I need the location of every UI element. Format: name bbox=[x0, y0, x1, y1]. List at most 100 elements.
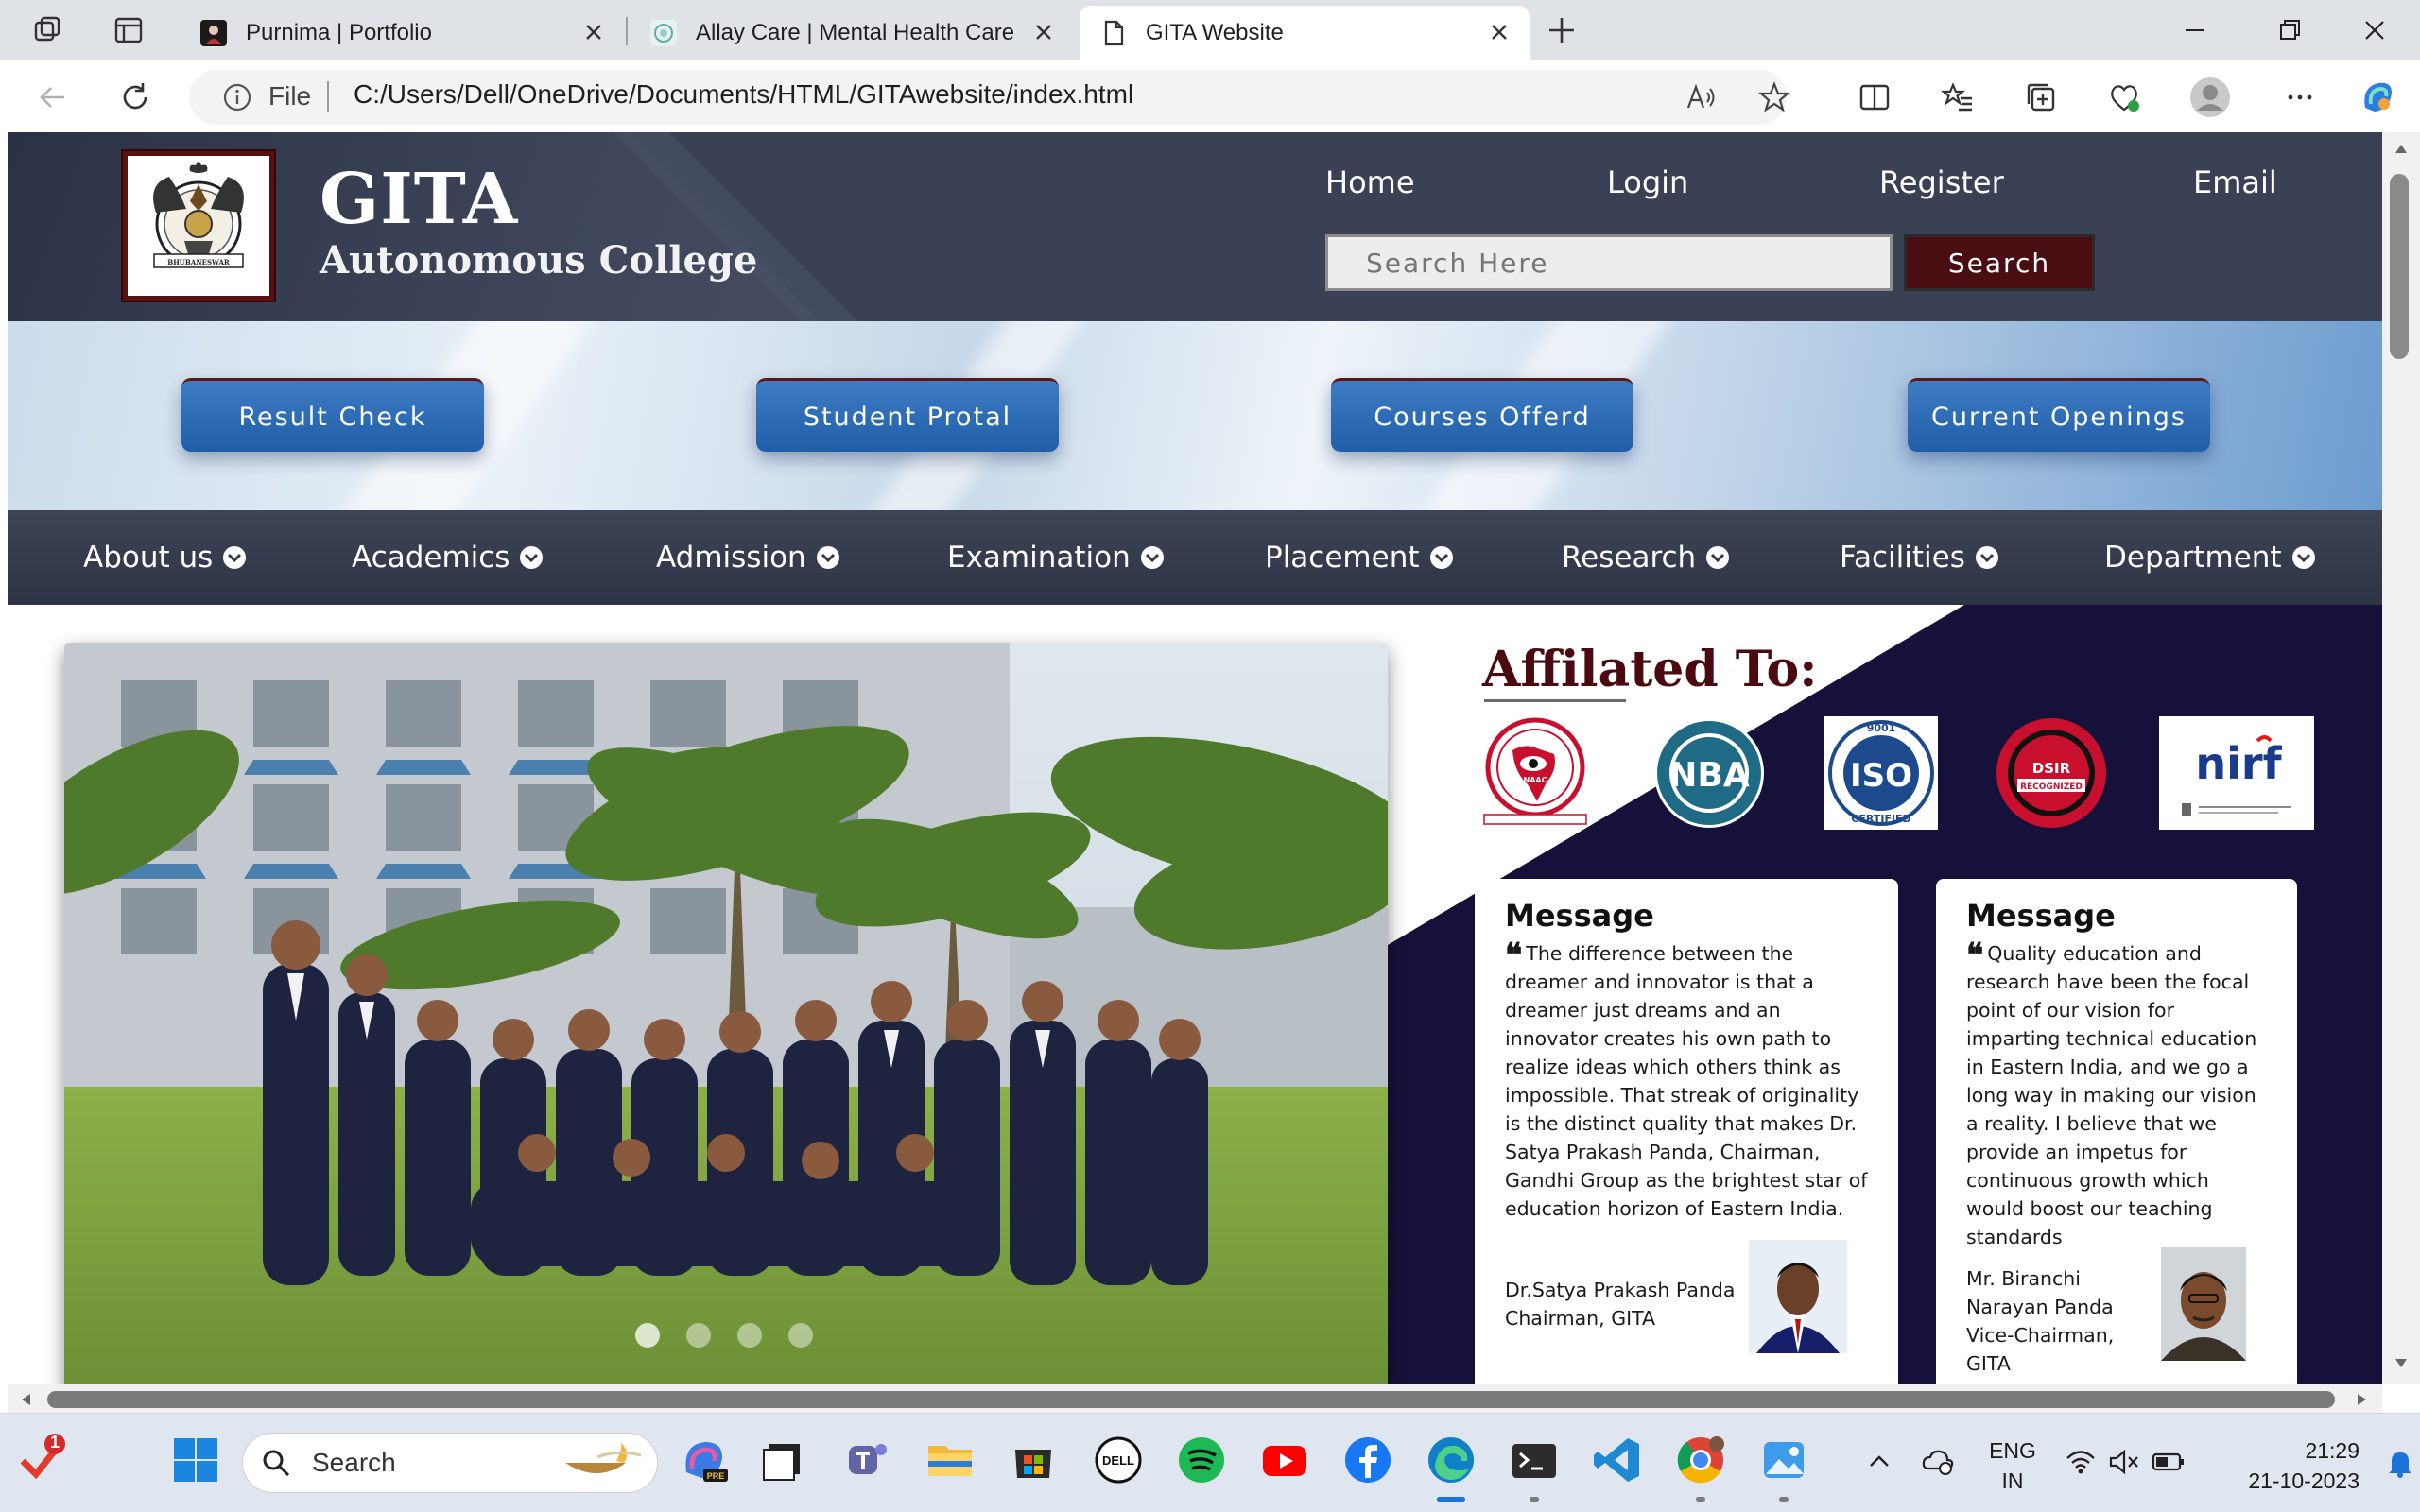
youtube-app-icon[interactable] bbox=[1259, 1435, 1310, 1486]
slider-dot[interactable] bbox=[686, 1323, 711, 1348]
workspaces-icon[interactable] bbox=[30, 13, 64, 47]
profile-avatar-icon[interactable] bbox=[2189, 77, 2231, 118]
menu-placement[interactable]: Placement bbox=[1265, 537, 1454, 578]
menu-examination[interactable]: Examination bbox=[947, 537, 1165, 578]
site-search-button[interactable]: Search bbox=[1904, 234, 2095, 291]
current-openings-button[interactable]: Current Openings bbox=[1908, 378, 2210, 452]
horizontal-scroll-thumb[interactable] bbox=[47, 1391, 2335, 1408]
spotify-app-icon[interactable] bbox=[1176, 1435, 1227, 1486]
campus-group-photo bbox=[64, 643, 1388, 1384]
nba-logo-icon[interactable]: NBA bbox=[1652, 716, 1766, 830]
courses-offered-button[interactable]: Courses Offerd bbox=[1331, 378, 1634, 452]
menu-about-us[interactable]: About us bbox=[83, 537, 247, 578]
main-content: Affilated To: NAAC NBA ISO 9001 CERTIFIE… bbox=[8, 605, 2382, 1384]
scroll-right-arrow-icon[interactable] bbox=[2356, 1392, 2369, 1407]
scroll-down-arrow-icon[interactable] bbox=[2394, 1357, 2409, 1370]
edge-browser-app-icon[interactable] bbox=[1426, 1435, 1477, 1486]
college-logo[interactable]: BHUBANESWAR bbox=[123, 151, 274, 301]
tab-gita-website[interactable]: GITA Website bbox=[1080, 6, 1530, 60]
menu-department[interactable]: Department bbox=[2104, 537, 2316, 578]
terminal-app-icon[interactable] bbox=[1509, 1435, 1560, 1486]
clock-date[interactable]: 21-10-2023 bbox=[2208, 1469, 2360, 1494]
wifi-icon[interactable] bbox=[2065, 1448, 2097, 1476]
new-tab-icon[interactable] bbox=[1545, 13, 1579, 47]
dsir-logo-text: DSIR bbox=[2032, 760, 2071, 777]
dell-app-icon[interactable]: DELL bbox=[1093, 1435, 1144, 1486]
clock-time[interactable]: 21:29 bbox=[2208, 1438, 2360, 1464]
naac-logo-icon[interactable]: NAAC bbox=[1478, 716, 1592, 830]
read-aloud-icon[interactable] bbox=[1683, 79, 1719, 115]
notifications-bell-icon[interactable] bbox=[2386, 1448, 2414, 1478]
close-window-icon[interactable] bbox=[2358, 13, 2392, 47]
refresh-icon[interactable] bbox=[117, 79, 153, 115]
menu-label: Department bbox=[2104, 541, 2282, 575]
vscode-app-icon[interactable] bbox=[1592, 1435, 1643, 1486]
menu-admission[interactable]: Admission bbox=[656, 537, 840, 578]
restore-icon[interactable] bbox=[2273, 13, 2307, 47]
brand-title[interactable]: GITA bbox=[320, 159, 518, 240]
battery-icon[interactable] bbox=[2152, 1450, 2186, 1474]
folder-app-icon[interactable] bbox=[925, 1435, 976, 1486]
tab-allay-care[interactable]: Allay Care | Mental Health Care bbox=[630, 6, 1074, 60]
volume-muted-icon[interactable] bbox=[2108, 1448, 2140, 1476]
vertical-scroll-thumb[interactable] bbox=[2390, 174, 2409, 359]
photos-app-icon[interactable] bbox=[1758, 1435, 1809, 1486]
heading-underline bbox=[1484, 699, 1626, 702]
menu-label: Examination bbox=[947, 541, 1131, 575]
nav-home-link[interactable]: Home bbox=[1325, 164, 1415, 200]
close-tab-icon[interactable] bbox=[1030, 19, 1057, 45]
tab-purnima-portfolio[interactable]: Purnima | Portfolio bbox=[180, 6, 624, 60]
teams-app-icon[interactable] bbox=[841, 1435, 892, 1486]
language-indicator-top[interactable]: ENG bbox=[1979, 1438, 2046, 1464]
show-hidden-icons-icon[interactable] bbox=[1868, 1453, 1891, 1469]
student-portal-button[interactable]: Student Protal bbox=[756, 378, 1059, 452]
page-viewport: BHUBANESWAR GITA Autonomous College Home… bbox=[8, 132, 2382, 1384]
copilot-icon[interactable] bbox=[2356, 76, 2399, 119]
slider-dot[interactable] bbox=[635, 1323, 660, 1348]
back-icon[interactable] bbox=[34, 79, 70, 115]
microsoft-store-icon[interactable] bbox=[1008, 1435, 1059, 1486]
browser-essentials-icon[interactable] bbox=[2106, 79, 2142, 115]
document-favicon-icon bbox=[1104, 20, 1124, 46]
info-icon[interactable] bbox=[221, 81, 253, 113]
nav-email-link[interactable]: Email bbox=[2193, 164, 2277, 200]
facebook-app-icon[interactable] bbox=[1342, 1435, 1393, 1486]
chrome-app-icon[interactable] bbox=[1675, 1435, 1726, 1486]
notification-badge: 1 bbox=[49, 1433, 60, 1452]
tab-actions-icon[interactable] bbox=[112, 13, 146, 47]
scroll-left-arrow-icon[interactable] bbox=[19, 1392, 32, 1407]
split-screen-icon[interactable] bbox=[1857, 79, 1893, 115]
favorites-icon[interactable] bbox=[1940, 79, 1976, 115]
copilot-preview-app-icon[interactable]: PRE bbox=[679, 1435, 730, 1486]
close-tab-icon[interactable] bbox=[1486, 19, 1512, 45]
windows-taskbar: 1 Search PRE DELL ENG IN 21:29 21-10-202… bbox=[0, 1413, 2420, 1512]
more-options-icon[interactable] bbox=[2282, 79, 2318, 115]
slider-dot[interactable] bbox=[788, 1323, 813, 1348]
site-header: BHUBANESWAR GITA Autonomous College Home… bbox=[8, 132, 2382, 321]
nav-login-link[interactable]: Login bbox=[1607, 164, 1688, 200]
favorite-star-icon[interactable] bbox=[1756, 79, 1792, 115]
slider-dot[interactable] bbox=[737, 1323, 762, 1348]
result-check-button[interactable]: Result Check bbox=[182, 378, 484, 452]
site-search-input[interactable] bbox=[1325, 234, 1893, 291]
collections-icon[interactable] bbox=[2023, 79, 2059, 115]
close-tab-icon[interactable] bbox=[580, 19, 607, 45]
nba-logo-text: NBA bbox=[1668, 756, 1750, 795]
nirf-logo-icon[interactable]: nirf bbox=[2159, 716, 2314, 830]
menu-academics[interactable]: Academics bbox=[352, 537, 544, 578]
menu-research[interactable]: Research bbox=[1562, 537, 1730, 578]
image-slider[interactable] bbox=[64, 643, 1388, 1384]
language-indicator-bottom[interactable]: IN bbox=[1979, 1469, 2046, 1494]
url-text[interactable]: C:/Users/Dell/OneDrive/Documents/HTML/GI… bbox=[354, 79, 1133, 110]
onedrive-sync-icon[interactable] bbox=[1921, 1446, 1955, 1476]
iso-logo-icon[interactable]: ISO 9001 CERTIFIED bbox=[1824, 716, 1938, 830]
file-explorer-stack-icon[interactable] bbox=[756, 1435, 807, 1486]
start-windows-icon[interactable] bbox=[170, 1435, 221, 1486]
nirf-logo-text: nirf bbox=[2195, 738, 2282, 789]
browser-tab-bar: Purnima | Portfolio Allay Care | Mental … bbox=[0, 0, 2420, 60]
minimize-icon[interactable] bbox=[2178, 13, 2212, 47]
menu-facilities[interactable]: Facilities bbox=[1840, 537, 1999, 578]
nav-register-link[interactable]: Register bbox=[1879, 164, 2004, 200]
scroll-up-arrow-icon[interactable] bbox=[2394, 142, 2409, 155]
dsir-logo-icon[interactable]: DSIR RECOGNIZED bbox=[1995, 716, 2108, 830]
